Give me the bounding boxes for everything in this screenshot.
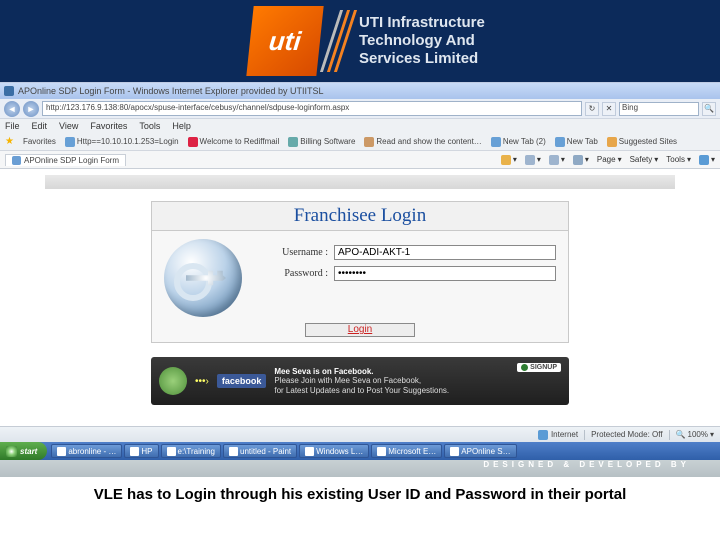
menu-favorites[interactable]: Favorites	[90, 121, 127, 131]
url-input[interactable]: http://123.176.9.138:80/apocx/spuse-inte…	[42, 101, 582, 116]
company-name: UTI Infrastructure Technology And Servic…	[359, 14, 485, 68]
ie-statusbar: Internet Protected Mode: Off 🔍 100% ▾	[0, 426, 720, 442]
uti-logo: uti	[246, 6, 323, 76]
favlink-4[interactable]: Read and show the content…	[364, 137, 481, 147]
forward-button[interactable]: ►	[23, 101, 39, 117]
ie-icon	[4, 86, 14, 96]
zoom-control[interactable]: 🔍 100% ▾	[676, 430, 714, 439]
start-orb-icon	[6, 446, 17, 457]
arrow-dots-icon: •••›	[195, 376, 209, 387]
browser-window: APOnline SDP Login Form - Windows Intern…	[0, 82, 720, 460]
taskbar-item[interactable]: APOnline S…	[444, 444, 516, 458]
windows-taskbar: start abronline - … HP e:\Training untit…	[0, 442, 720, 460]
password-label: Password :	[256, 268, 328, 279]
page-content: Franchisee Login Username : Password : L…	[0, 169, 720, 460]
signup-badge[interactable]: SIGNUP	[517, 363, 561, 372]
favlink-6[interactable]: New Tab	[555, 137, 598, 147]
window-title: APOnline SDP Login Form - Windows Intern…	[18, 86, 323, 96]
mail-button[interactable]: ▾	[549, 155, 565, 165]
page-icon	[12, 156, 21, 165]
favlink-3[interactable]: Billing Software	[288, 137, 355, 147]
password-input[interactable]	[334, 266, 556, 281]
menu-help[interactable]: Help	[172, 121, 191, 131]
menu-bar: File Edit View Favorites Tools Help	[0, 119, 720, 133]
facebook-logo: facebook	[217, 374, 267, 388]
facebook-banner[interactable]: •••› facebook Mee Seva is on Facebook. P…	[151, 357, 569, 405]
username-label: Username :	[256, 247, 328, 258]
help-button[interactable]: ▾	[699, 155, 715, 165]
back-button[interactable]: ◄	[4, 101, 20, 117]
search-input[interactable]: Bing	[619, 102, 699, 116]
home-button[interactable]: ▾	[501, 155, 517, 165]
favlink-5[interactable]: New Tab (2)	[491, 137, 546, 147]
globe-icon	[538, 430, 548, 440]
slide-header: uti UTI Infrastructure Technology And Se…	[0, 0, 720, 82]
page-menu[interactable]: Page ▾	[597, 155, 622, 165]
refresh-button[interactable]: ↻	[585, 102, 599, 116]
meeseva-icon	[159, 367, 187, 395]
favorites-label[interactable]: Favorites	[23, 137, 56, 146]
company-line2: Technology And	[359, 32, 485, 50]
login-title: Franchisee Login	[152, 202, 568, 231]
favlink-7[interactable]: Suggested Sites	[607, 137, 677, 147]
taskbar-item[interactable]: untitled - Paint	[223, 444, 297, 458]
key-icon	[164, 239, 242, 317]
login-panel: Franchisee Login Username : Password : L…	[151, 201, 569, 343]
mail-icon	[549, 155, 559, 165]
username-input[interactable]	[334, 245, 556, 260]
print-icon	[573, 155, 583, 165]
taskbar-item[interactable]: e:\Training	[161, 444, 222, 458]
home-icon	[501, 155, 511, 165]
menu-file[interactable]: File	[5, 121, 20, 131]
favorites-bar: ★ Favorites Http==10.10.10.1.253=Login W…	[0, 133, 720, 151]
stop-button[interactable]: ✕	[602, 102, 616, 116]
company-line3: Services Limited	[359, 50, 485, 68]
top-grey-strip	[45, 175, 675, 189]
protected-mode: Protected Mode: Off	[591, 430, 662, 439]
menu-edit[interactable]: Edit	[32, 121, 48, 131]
tab-row: APOnline SDP Login Form ▾ ▾ ▾ ▾ Page ▾ S…	[0, 151, 720, 169]
menu-tools[interactable]: Tools	[139, 121, 160, 131]
caption-text: VLE has to Login through his existing Us…	[94, 486, 627, 503]
login-button[interactable]: Login	[305, 323, 415, 337]
feeds-icon	[525, 155, 535, 165]
security-zone[interactable]: Internet	[538, 430, 578, 440]
tools-menu[interactable]: Tools ▾	[666, 155, 691, 165]
active-tab[interactable]: APOnline SDP Login Form	[5, 154, 126, 166]
start-button[interactable]: start	[0, 442, 47, 460]
menu-view[interactable]: View	[59, 121, 78, 131]
window-titlebar: APOnline SDP Login Form - Windows Intern…	[0, 83, 720, 99]
safety-menu[interactable]: Safety ▾	[630, 155, 659, 165]
taskbar-item[interactable]: Microsoft E…	[371, 444, 442, 458]
taskbar-item[interactable]: Windows L…	[299, 444, 369, 458]
uti-logo-text: uti	[267, 26, 302, 57]
print-button[interactable]: ▾	[573, 155, 589, 165]
address-bar: ◄ ► http://123.176.9.138:80/apocx/spuse-…	[0, 99, 720, 119]
search-button[interactable]: 🔍	[702, 102, 716, 116]
facebook-text: Mee Seva is on Facebook. Please Join wit…	[274, 367, 449, 396]
favlink-1[interactable]: Http==10.10.10.1.253=Login	[65, 137, 179, 147]
tab-label: APOnline SDP Login Form	[24, 156, 119, 165]
taskbar-item[interactable]: abronline - …	[51, 444, 122, 458]
help-icon	[699, 155, 709, 165]
logo-slashes	[330, 10, 347, 72]
company-line1: UTI Infrastructure	[359, 14, 485, 32]
favlink-2[interactable]: Welcome to Rediffmail	[188, 137, 280, 147]
feeds-button[interactable]: ▾	[525, 155, 541, 165]
taskbar-item[interactable]: HP	[124, 444, 158, 458]
favorites-star-icon[interactable]: ★	[5, 136, 14, 147]
